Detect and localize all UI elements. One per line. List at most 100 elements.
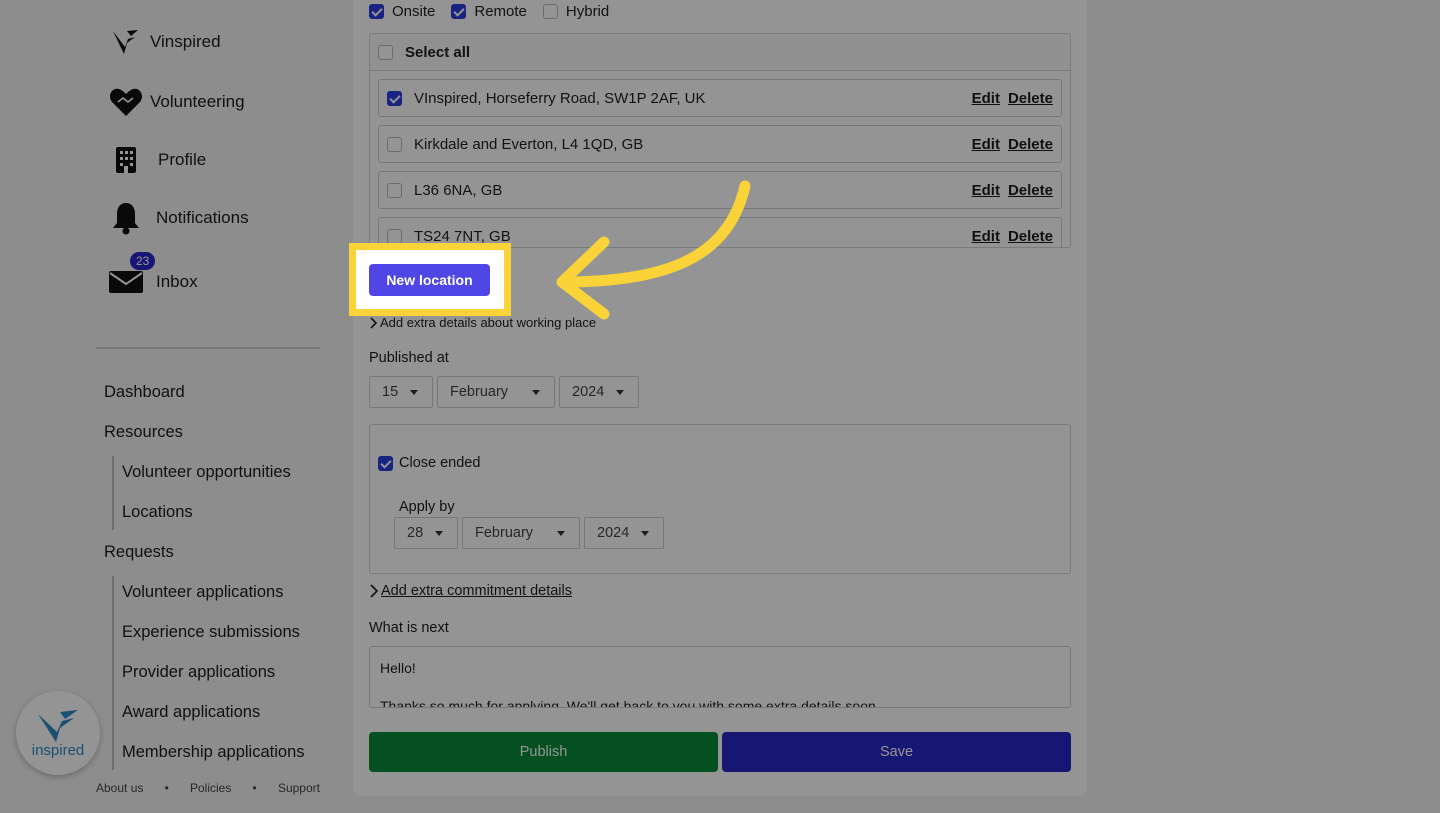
textarea-line: Thanks so much for applying. We'll get b… [380,698,876,708]
nav-item-notifications[interactable]: Notifications [108,200,249,236]
location-row: Kirkdale and Everton, L4 1QD, GB Edit De… [378,125,1062,163]
footer-separator: • [164,781,169,795]
footer-about-link[interactable]: About us [96,781,143,795]
work-type-options: Onsite Remote Hybrid [369,3,609,20]
delete-link[interactable]: Delete [1008,136,1053,153]
save-button[interactable]: Save [722,732,1071,772]
sidebar: Vinspired Volunteering Profile Notificat… [0,0,340,813]
published-at-label: Published at [369,350,449,366]
sidebar-divider [96,347,320,349]
caret-down-icon [557,531,565,536]
heart-handshake-icon [108,84,144,120]
select-all-checkbox[interactable] [378,44,393,60]
edit-link[interactable]: Edit [972,90,1000,107]
checkbox-label: Onsite [392,3,436,20]
footer-separator: • [252,781,257,795]
building-icon [108,142,144,178]
highlight-frame [349,243,511,316]
vinspired-logo-icon [108,24,144,60]
caret-down-icon [616,390,624,395]
select-value: February [450,384,509,400]
menu-dashboard[interactable]: Dashboard [104,383,185,402]
checkbox[interactable] [369,4,384,19]
work-type-onsite[interactable]: Onsite [369,3,435,20]
apply-year-select[interactable]: 2024 [584,517,664,549]
select-value: 2024 [597,525,630,541]
location-checkbox[interactable] [387,90,402,106]
caret-down-icon [410,390,418,395]
footer-support-link[interactable]: Support [278,781,320,795]
menu-volunteer-applications[interactable]: Volunteer applications [122,583,283,602]
caret-down-icon [435,531,443,536]
bell-icon [108,200,144,236]
delete-link[interactable]: Delete [1008,90,1053,107]
menu-award-applications[interactable]: Award applications [122,703,260,722]
apply-day-select[interactable]: 28 [394,517,458,549]
publish-button[interactable]: Publish [369,732,718,772]
select-all-row[interactable]: Select all [370,34,1070,71]
nav-item-volunteering[interactable]: Volunteering [108,84,245,120]
edit-link[interactable]: Edit [972,228,1000,245]
mail-icon: 23 [108,252,156,300]
submenu-line [112,576,114,770]
chevron-right-icon [370,584,379,598]
menu-volunteer-opportunities[interactable]: Volunteer opportunities [122,463,291,482]
menu-resources[interactable]: Resources [104,423,183,442]
location-row: VInspired, Horseferry Road, SW1P 2AF, UK… [378,79,1062,117]
opportunity-form: Onsite Remote Hybrid Select all VInspire… [353,0,1087,796]
select-value: 15 [382,384,399,400]
checkbox[interactable] [542,4,558,19]
edit-link[interactable]: Edit [972,182,1000,199]
select-value: February [475,525,534,541]
checkbox-label: Hybrid [565,3,610,20]
caret-down-icon [532,390,540,395]
inbox-count-badge: 23 [130,252,156,270]
edit-link[interactable]: Edit [972,136,1000,153]
footer-policies-link[interactable]: Policies [190,781,231,795]
caret-down-icon [641,531,649,536]
delete-link[interactable]: Delete [1008,182,1053,199]
select-value: 2024 [572,384,605,400]
location-checkbox[interactable] [387,136,402,152]
apply-month-select[interactable]: February [462,517,580,549]
menu-requests[interactable]: Requests [104,543,174,562]
nav-item-inbox[interactable]: 23 Inbox [108,252,198,300]
delete-link[interactable]: Delete [1008,228,1053,245]
nav-item-vinspired[interactable]: Vinspired [108,24,221,60]
nav-label: Inbox [156,272,198,291]
menu-locations[interactable]: Locations [122,503,193,522]
v-logo-icon [38,709,78,742]
nav-label: Profile [158,150,207,169]
brand-logo[interactable]: inspired [16,691,100,775]
menu-provider-applications[interactable]: Provider applications [122,663,275,682]
nav-item-profile[interactable]: Profile [108,142,206,178]
select-value: 28 [407,525,424,541]
sidebar-footer: About us • Policies • Support [96,781,320,795]
nav-label: Notifications [156,208,249,227]
location-checkbox[interactable] [387,228,402,244]
close-ended-section: Close ended Apply by 28 February 2024 [369,424,1071,574]
work-type-hybrid[interactable]: Hybrid [542,3,610,20]
published-year-select[interactable]: 2024 [559,376,639,408]
close-ended-option[interactable]: Close ended [378,455,480,471]
apply-by-label: Apply by [399,499,455,515]
published-day-select[interactable]: 15 [369,376,433,408]
checkbox-label: Remote [474,3,527,20]
extra-commitment-toggle[interactable]: Add extra commitment details [369,583,572,599]
expander-label: Add extra commitment details [381,583,572,599]
menu-membership-applications[interactable]: Membership applications [122,743,305,762]
location-address: Kirkdale and Everton, L4 1QD, GB [414,135,644,153]
textarea-line: Hello! [380,660,416,676]
work-type-remote[interactable]: Remote [451,3,527,20]
nav-label: Vinspired [150,32,221,51]
what-is-next-label: What is next [369,620,449,636]
published-month-select[interactable]: February [437,376,555,408]
menu-experience-submissions[interactable]: Experience submissions [122,623,300,642]
checkbox-label: Close ended [399,455,481,471]
what-is-next-textarea[interactable]: Hello! Thanks so much for applying. We'l… [369,646,1071,708]
chevron-right-icon [370,316,378,329]
close-ended-checkbox[interactable] [378,455,393,471]
checkbox[interactable] [451,4,467,19]
location-checkbox[interactable] [387,182,402,198]
pointer-arrow-icon [556,180,751,320]
